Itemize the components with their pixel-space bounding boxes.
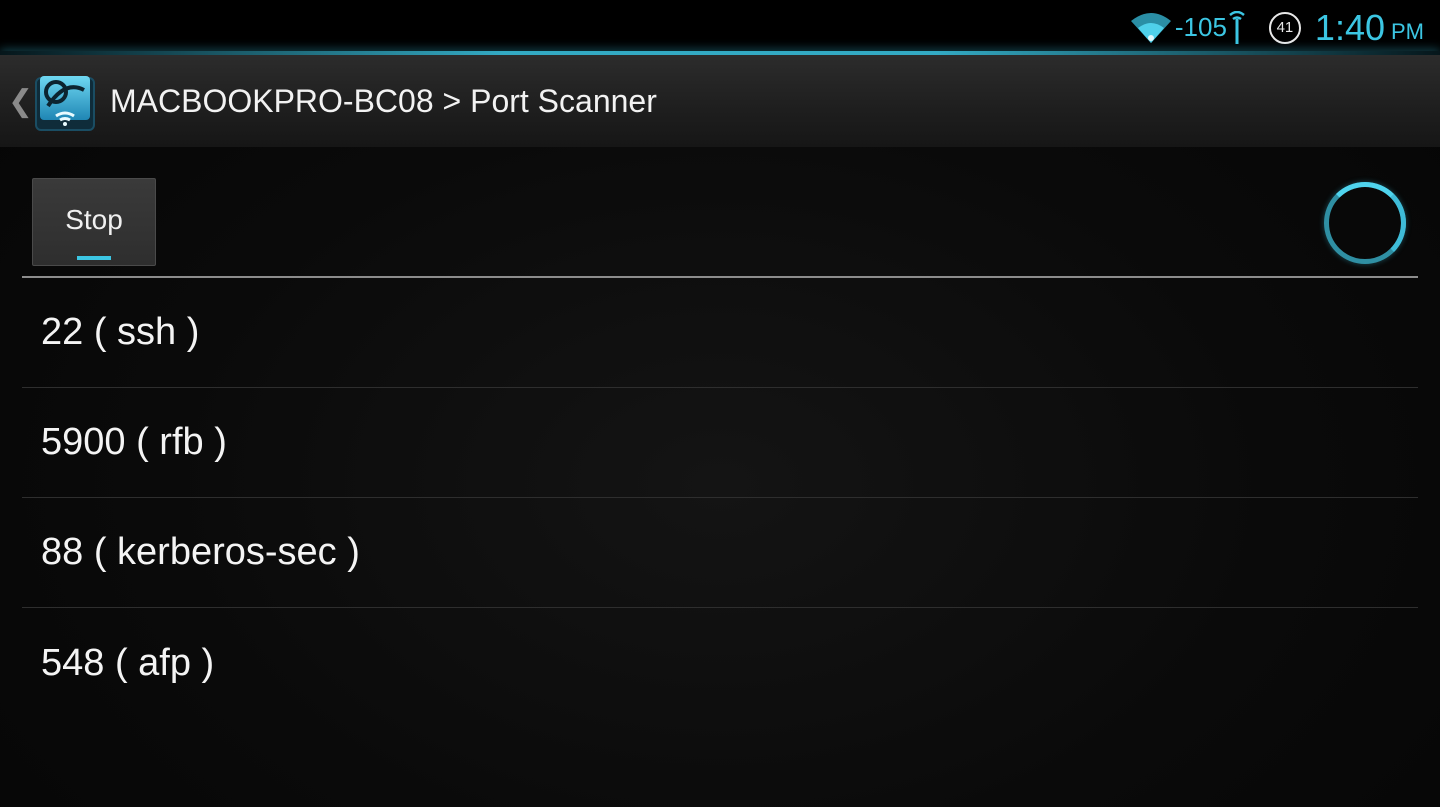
port-list-item[interactable]: 5900 ( rfb )	[22, 388, 1418, 498]
port-label: 5900 ( rfb )	[41, 421, 227, 463]
port-list-item[interactable]: 22 ( ssh )	[22, 278, 1418, 388]
antenna-icon	[1229, 10, 1245, 44]
battery-level: 41	[1276, 19, 1294, 36]
port-label: 22 ( ssh )	[41, 311, 200, 353]
stop-button-label: Stop	[65, 204, 123, 235]
stop-button-focus-indicator	[77, 256, 111, 260]
up-navigation-icon[interactable]: ❮	[8, 84, 33, 119]
wifi-status: -105	[1129, 10, 1269, 45]
battery-icon: 41	[1268, 11, 1301, 44]
port-label: 548 ( afp )	[41, 641, 215, 684]
port-label: 88 ( kerberos-sec )	[41, 531, 360, 573]
status-bar: -105 41 1:40 PM	[0, 0, 1440, 55]
port-list: 22 ( ssh ) 5900 ( rfb ) 88 ( kerberos-se…	[22, 278, 1418, 718]
network-scanner-app-icon[interactable]	[34, 70, 96, 132]
port-list-item[interactable]: 548 ( afp )	[22, 608, 1418, 718]
scan-controls: Stop	[22, 170, 1418, 278]
stop-button[interactable]: Stop	[32, 178, 156, 266]
clock-time: 1:40	[1314, 6, 1385, 48]
clock-ampm: PM	[1391, 18, 1424, 44]
progress-spinner-arc	[1324, 182, 1406, 264]
screen: -105 41 1:40 PM ❮ MACBOOKPRO-BC08 > Port…	[0, 0, 1440, 807]
page-title: MACBOOKPRO-BC08 > Port Scanner	[110, 82, 657, 119]
signal-strength-text: -105	[1174, 12, 1227, 42]
wifi-icon	[1130, 12, 1171, 43]
port-list-item[interactable]: 88 ( kerberos-sec )	[22, 498, 1418, 608]
action-bar: ❮ MACBOOKPRO-BC08 > Port Scanner	[0, 55, 1440, 147]
clock: 1:40 PM	[1315, 7, 1424, 49]
